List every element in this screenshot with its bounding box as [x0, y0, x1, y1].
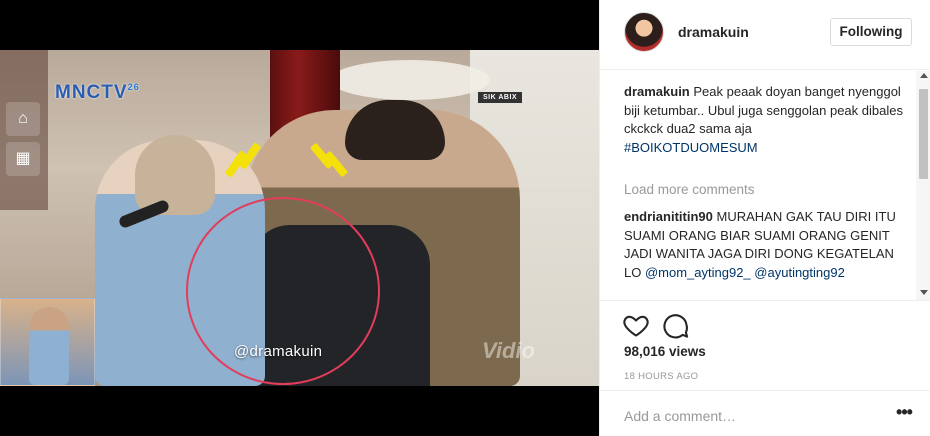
load-more-comments[interactable]: Load more comments [624, 182, 755, 197]
comment-username[interactable]: endrianititin90 [624, 209, 713, 224]
comment-icon[interactable] [662, 311, 690, 339]
video-player[interactable]: ⌂ ▦ MNCTV26 SIK ABIX @dramakuin Vidio [0, 50, 599, 386]
trash-icon: ▦ [6, 142, 40, 176]
comments-list[interactable]: dramakuin Peak peaak doyan banget nyengg… [600, 71, 930, 300]
tv-side-icons: ⌂ ▦ [0, 50, 48, 210]
post-username[interactable]: dramakuin [678, 24, 749, 40]
following-button[interactable]: Following [830, 18, 912, 46]
more-options-icon[interactable]: ••• [892, 403, 916, 424]
man-hair [345, 100, 445, 160]
comments-scrollbar[interactable] [916, 71, 930, 300]
comment-mention[interactable]: @mom_ayting92_ [645, 265, 751, 280]
post-actions: 98,016 views 18 HOURS AGO [600, 300, 930, 390]
post-panel: dramakuin Following dramakuin Peak peaak… [599, 0, 930, 436]
scroll-thumb[interactable] [919, 89, 928, 179]
watermark-handle: @dramakuin [234, 343, 323, 360]
comment-mention[interactable]: @ayutingting92 [754, 265, 845, 280]
inset-video [0, 298, 95, 386]
scroll-up-arrow[interactable] [920, 73, 928, 78]
view-count[interactable]: 98,016 views [624, 344, 706, 359]
comment-username[interactable]: dramakuin [624, 84, 690, 99]
corner-chip: SIK ABIX [478, 92, 523, 103]
heart-icon[interactable] [622, 311, 650, 339]
comment-item: endrianititin90 MURAHAN GAK TAU DIRI ITU… [624, 208, 914, 282]
vidio-watermark: Vidio [482, 338, 535, 363]
scroll-down-arrow[interactable] [920, 290, 928, 295]
comment-hashtag[interactable]: #BOIKOTDUOMESUM [624, 140, 758, 155]
inset-person [29, 307, 69, 385]
media-panel: ⌂ ▦ MNCTV26 SIK ABIX @dramakuin Vidio [0, 0, 599, 436]
home-icon: ⌂ [6, 102, 40, 136]
add-comment-bar: ••• [600, 390, 930, 436]
post-header: dramakuin Following [600, 0, 930, 70]
avatar[interactable] [624, 12, 664, 52]
background-lamp [330, 60, 490, 100]
channel-logo: MNCTV26 [55, 82, 140, 103]
post-timestamp[interactable]: 18 HOURS AGO [624, 371, 698, 382]
woman-hair [135, 135, 215, 215]
comment-input[interactable] [624, 406, 874, 426]
comment-item: dramakuin Peak peaak doyan banget nyengg… [624, 83, 914, 157]
